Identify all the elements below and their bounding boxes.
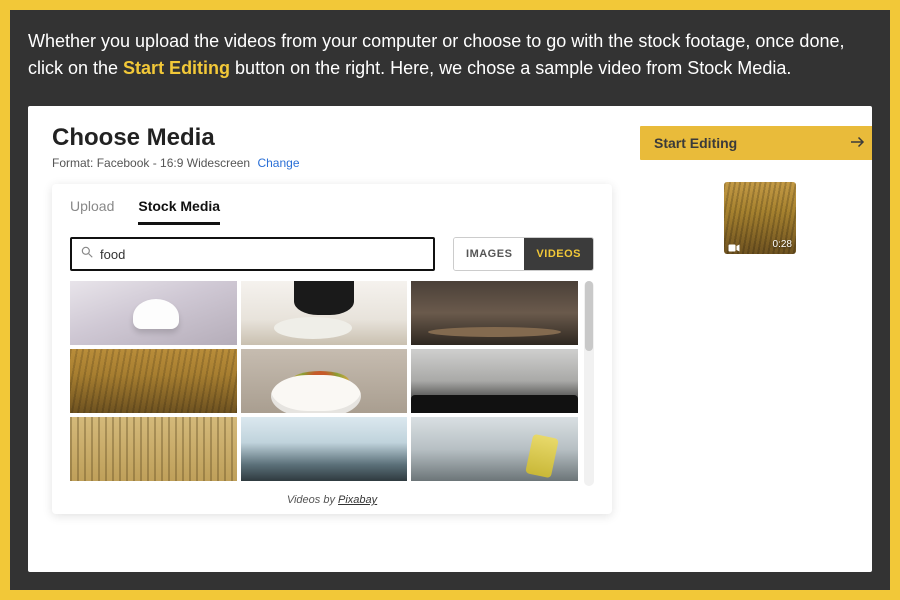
selected-duration: 0:28	[773, 239, 792, 250]
video-icon	[728, 240, 740, 250]
instruction-highlight: Start Editing	[123, 58, 230, 78]
result-thumb[interactable]	[70, 281, 237, 345]
instruction-text: Whether you upload the videos from your …	[28, 28, 868, 82]
results-scrollbar[interactable]	[584, 281, 594, 486]
start-editing-label: Start Editing	[654, 135, 737, 151]
instruction-part2: button on the right. Here, we chose a sa…	[230, 58, 791, 78]
results-grid	[70, 281, 578, 481]
format-label: Format:	[52, 156, 93, 170]
start-editing-button[interactable]: Start Editing	[640, 126, 872, 160]
result-thumb[interactable]	[70, 417, 237, 481]
format-value: Facebook - 16:9 Widescreen	[97, 156, 250, 170]
tab-upload[interactable]: Upload	[70, 198, 114, 225]
attribution-source-link[interactable]: Pixabay	[338, 494, 377, 506]
attribution-line: Videos by Pixabay	[70, 486, 594, 508]
format-line: Format: Facebook - 16:9 Widescreen Chang…	[52, 156, 612, 170]
result-thumb[interactable]	[241, 417, 408, 481]
arrow-right-icon	[848, 133, 866, 154]
scrollbar-thumb[interactable]	[585, 281, 593, 351]
change-format-link[interactable]: Change	[257, 156, 299, 170]
media-picker-card: Upload Stock Media IMAGES VIDEOS	[52, 184, 612, 514]
result-thumb[interactable]	[241, 349, 408, 413]
search-icon	[80, 245, 94, 264]
media-type-toggle: IMAGES VIDEOS	[453, 237, 594, 271]
result-thumb[interactable]	[411, 281, 578, 345]
attribution-prefix: Videos by	[287, 494, 338, 506]
app-panel: Choose Media Format: Facebook - 16:9 Wid…	[28, 106, 872, 572]
page-title: Choose Media	[52, 124, 612, 152]
result-thumb[interactable]	[70, 349, 237, 413]
toggle-videos[interactable]: VIDEOS	[524, 238, 593, 270]
toggle-images[interactable]: IMAGES	[454, 238, 524, 270]
search-field-wrap[interactable]	[70, 237, 435, 271]
result-thumb[interactable]	[241, 281, 408, 345]
search-input[interactable]	[100, 247, 425, 262]
result-thumb[interactable]	[411, 417, 578, 481]
tab-stock-media[interactable]: Stock Media	[138, 198, 220, 225]
result-thumb[interactable]	[411, 349, 578, 413]
selected-media-thumb[interactable]: 0:28	[724, 182, 796, 254]
media-tabs: Upload Stock Media	[70, 198, 594, 225]
